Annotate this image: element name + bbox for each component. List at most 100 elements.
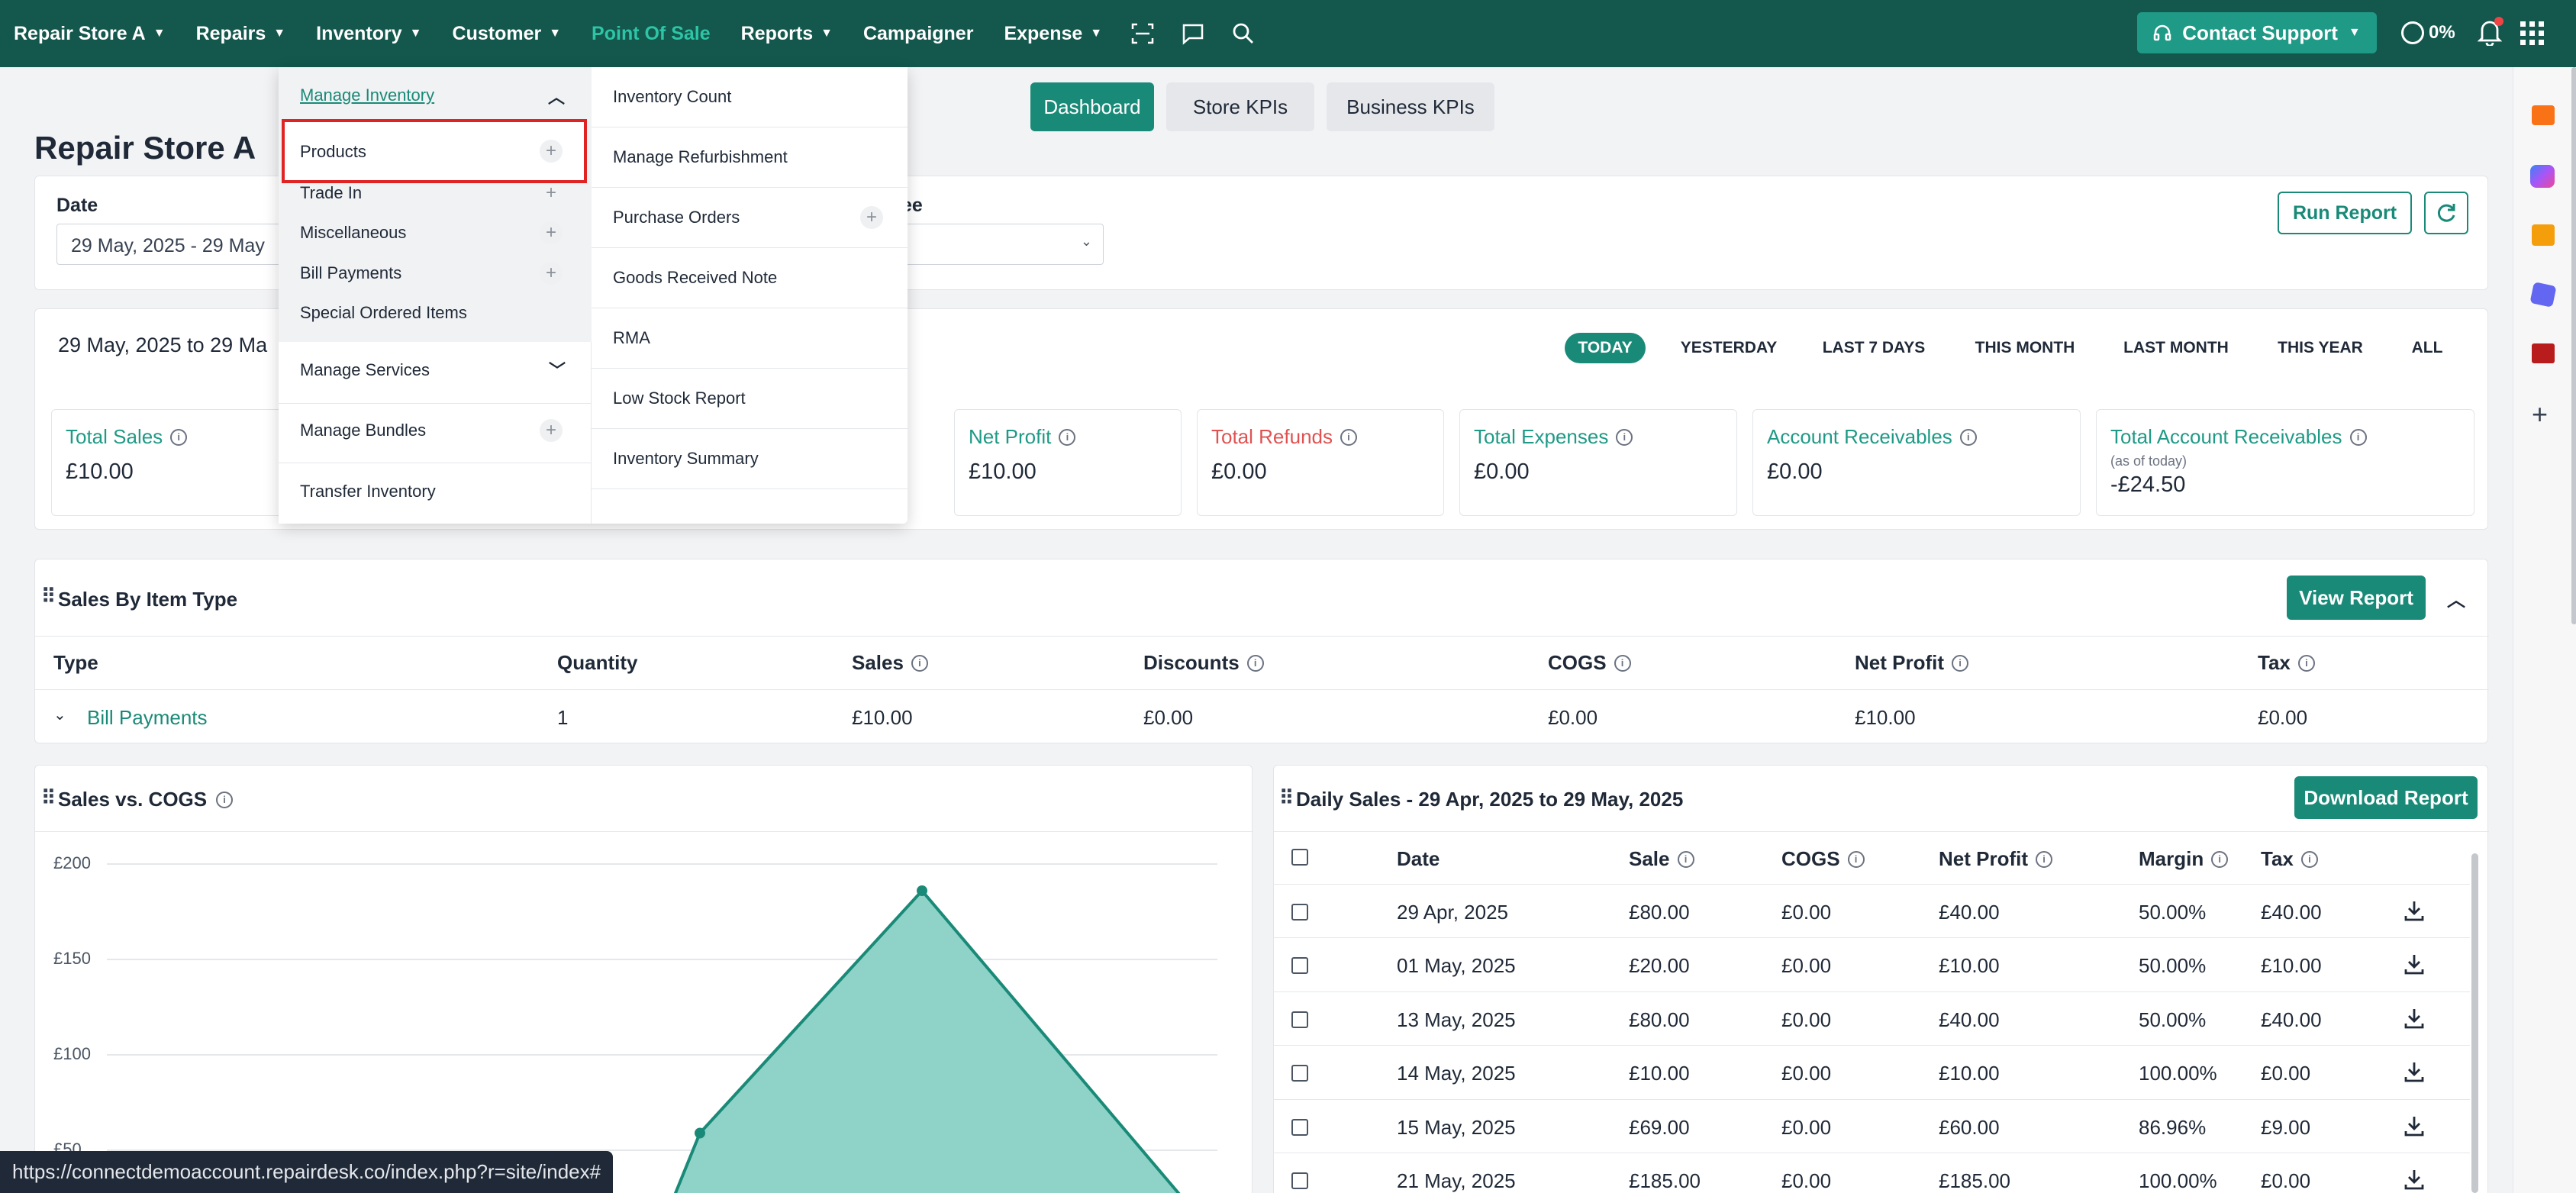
run-report-button[interactable]: Run Report	[2278, 192, 2412, 234]
browser-sidebar: +	[2513, 67, 2576, 1193]
info-icon[interactable]: i	[1340, 428, 1357, 446]
range-this-month[interactable]: THIS MONTH	[1965, 333, 2084, 363]
range-today[interactable]: TODAY	[1565, 333, 1646, 363]
add-trade-in-icon[interactable]: +	[540, 182, 563, 205]
data-point[interactable]	[917, 885, 927, 896]
col-cogs[interactable]: COGS i	[1781, 847, 1865, 871]
info-icon[interactable]: i	[2036, 850, 2052, 868]
menu-goods-received-note[interactable]: Goods Received Note	[592, 248, 908, 308]
add-product-icon[interactable]: +	[540, 140, 563, 163]
download-report-button[interactable]: Download Report	[2294, 776, 2478, 819]
data-point[interactable]	[695, 1127, 705, 1139]
menu-manage-services[interactable]: Manage Services	[300, 360, 430, 380]
copilot-icon[interactable]	[2530, 165, 2555, 188]
office-icon[interactable]	[2532, 343, 2555, 363]
add-icon[interactable]: +	[2532, 398, 2548, 430]
range-last-month[interactable]: LAST MONTH	[2114, 333, 2238, 363]
col-tax[interactable]: Tax i	[2261, 847, 2318, 871]
chevron-down-icon[interactable]: ﹀	[549, 357, 566, 382]
cell-tax: £10.00	[2261, 954, 2322, 978]
download-icon[interactable]	[2403, 1168, 2426, 1191]
extension-icon[interactable]	[2529, 282, 2557, 308]
menu-miscellaneous[interactable]: Miscellaneous	[300, 223, 406, 243]
shop-extension-icon[interactable]	[2532, 105, 2555, 125]
download-icon[interactable]	[2403, 1114, 2426, 1137]
bell-icon[interactable]	[2477, 17, 2503, 51]
chevron-up-icon[interactable]: ︿	[548, 84, 565, 108]
row-checkbox[interactable]	[1291, 1118, 1308, 1136]
manage-inventory-link[interactable]: Manage Inventory	[300, 85, 434, 105]
collapse-icon[interactable]: ︿	[2447, 585, 2465, 611]
info-icon[interactable]: i	[2300, 850, 2318, 868]
col-margin[interactable]: Margin i	[2139, 847, 2229, 871]
download-icon[interactable]	[2403, 1007, 2426, 1030]
download-icon[interactable]	[2403, 1060, 2426, 1083]
cell-cogs: £0.00	[1781, 1008, 1832, 1031]
add-purchase-order-icon[interactable]: +	[860, 206, 883, 229]
col-date[interactable]: Date	[1397, 847, 1440, 871]
scrollbar-thumb[interactable]	[2571, 67, 2576, 624]
view-report-button[interactable]: View Report	[2287, 576, 2426, 620]
menu-low-stock-report[interactable]: Low Stock Report	[592, 369, 908, 429]
row-divider	[1273, 1098, 2470, 1100]
menu-special-ordered-items[interactable]: Special Ordered Items	[300, 303, 467, 323]
sales-area	[675, 891, 1178, 1193]
add-bill-payment-icon[interactable]: +	[540, 262, 563, 285]
cell-cogs: £0.00	[1781, 1115, 1832, 1139]
refresh-button[interactable]	[2424, 192, 2468, 234]
info-icon[interactable]: i	[1614, 654, 1631, 672]
menu-manage-refurbishment[interactable]: Manage Refurbishment	[592, 127, 908, 188]
menu-bill-payments[interactable]: Bill Payments	[300, 263, 401, 283]
menu-inventory-summary[interactable]: Inventory Summary	[592, 429, 908, 489]
col-net-profit[interactable]: Net Profit i	[1855, 651, 1968, 675]
progress-indicator[interactable]: 0%	[2401, 21, 2455, 44]
range-all[interactable]: ALL	[2403, 333, 2452, 363]
download-icon[interactable]	[2403, 899, 2426, 922]
row-checkbox[interactable]	[1291, 1011, 1308, 1028]
menu-products[interactable]: Products	[300, 142, 366, 162]
col-tax[interactable]: Tax i	[2258, 651, 2315, 675]
info-icon[interactable]: i	[2349, 428, 2367, 446]
cell-tax: £40.00	[2261, 901, 2322, 924]
select-all-checkbox[interactable]	[1291, 849, 1308, 866]
info-icon[interactable]: i	[2297, 654, 2315, 672]
row-checkbox[interactable]	[1291, 957, 1308, 975]
info-icon[interactable]: i	[1616, 428, 1633, 446]
range-last-7-days[interactable]: LAST 7 DAYS	[1813, 333, 1935, 363]
divider	[279, 403, 592, 404]
menu-inventory-count[interactable]: Inventory Count	[592, 67, 908, 127]
cell-tax: £0.00	[2258, 706, 2308, 729]
kpi-label: Account Receivables	[1767, 425, 1952, 448]
col-net-profit[interactable]: Net Profit i	[1939, 847, 2052, 871]
kpi-label: Total Expenses	[1474, 425, 1609, 448]
download-icon[interactable]	[2403, 953, 2426, 975]
notes-icon[interactable]	[2532, 224, 2555, 246]
menu-trade-in[interactable]: Trade In	[300, 183, 362, 203]
info-icon[interactable]: i	[1959, 428, 1977, 446]
menu-manage-bundles[interactable]: Manage Bundles	[300, 421, 426, 440]
table-scrollbar[interactable]	[2471, 853, 2478, 1193]
range-this-year[interactable]: THIS YEAR	[2267, 333, 2374, 363]
add-miscellaneous-icon[interactable]: +	[540, 221, 563, 244]
cell-net-profit: £60.00	[1939, 1115, 2000, 1139]
col-label: Tax	[2258, 651, 2291, 674]
info-icon[interactable]: i	[2211, 850, 2229, 868]
col-sale[interactable]: Sale i	[1629, 847, 1694, 871]
col-cogs[interactable]: COGS i	[1548, 651, 1631, 675]
row-checkbox[interactable]	[1291, 904, 1308, 921]
drag-handle-icon[interactable]: ⠿	[1279, 786, 1294, 810]
row-checkbox[interactable]	[1291, 1065, 1308, 1082]
apps-grid-icon[interactable]	[2520, 21, 2544, 45]
tab-business-kpis[interactable]: Business KPIs	[1327, 82, 1494, 131]
add-bundle-icon[interactable]: +	[540, 419, 563, 442]
info-icon[interactable]: i	[1677, 850, 1694, 868]
kpi-value: -£24.50	[2110, 472, 2186, 497]
info-icon[interactable]: i	[1847, 850, 1865, 868]
menu-transfer-inventory[interactable]: Transfer Inventory	[300, 482, 436, 501]
menu-rma[interactable]: RMA	[592, 308, 908, 369]
info-icon[interactable]: i	[1952, 654, 1968, 672]
cell-net-profit: £40.00	[1939, 901, 2000, 924]
contact-support-button[interactable]: Contact Support ▼	[2137, 12, 2377, 53]
range-yesterday[interactable]: YESTERDAY	[1672, 333, 1786, 363]
row-checkbox[interactable]	[1291, 1172, 1308, 1189]
